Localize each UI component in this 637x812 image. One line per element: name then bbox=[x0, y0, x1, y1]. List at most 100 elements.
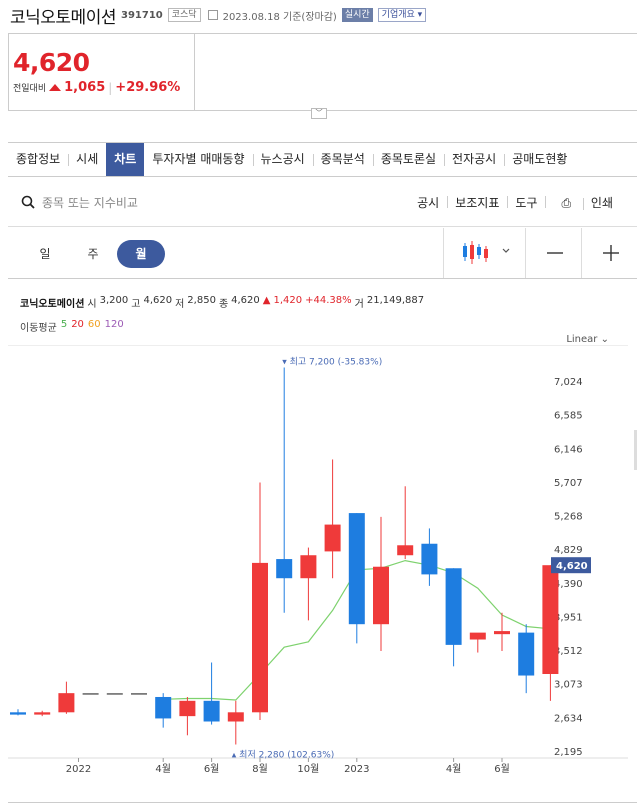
candle-up bbox=[397, 545, 414, 556]
candle-down bbox=[445, 568, 462, 645]
tab-investor-trading[interactable]: 투자자별 매매동향 bbox=[144, 143, 252, 176]
candle-up bbox=[300, 555, 317, 579]
zoom-out-button[interactable] bbox=[525, 228, 581, 278]
chevron-down-icon bbox=[502, 248, 510, 253]
tab-price[interactable]: 시세 bbox=[68, 143, 106, 176]
disclosure-button[interactable]: 공시 bbox=[409, 194, 447, 211]
ma-60[interactable]: 60 bbox=[88, 319, 101, 334]
company-overview-label: 기업개요 bbox=[381, 10, 415, 20]
candle-up bbox=[494, 631, 510, 635]
close-label: 종 bbox=[218, 299, 229, 310]
plus-icon bbox=[603, 245, 619, 261]
candle-down bbox=[155, 696, 172, 719]
stock-header: 코닉오토메이션 391710 코스닥 2023.08.18 기준(장마감) 실시… bbox=[0, 0, 637, 30]
minus-icon bbox=[547, 252, 563, 254]
tab-overview[interactable]: 종합정보 bbox=[8, 143, 68, 176]
tab-discussion[interactable]: 종목토론실 bbox=[372, 143, 444, 176]
zoom-in-button[interactable] bbox=[581, 228, 637, 278]
candle-up bbox=[324, 524, 341, 552]
chart-type-selector[interactable] bbox=[443, 228, 525, 278]
period-month[interactable]: 월 bbox=[117, 240, 165, 268]
ma-120[interactable]: 120 bbox=[105, 319, 124, 334]
realtime-button[interactable]: 실시간 bbox=[341, 8, 373, 22]
x-tick-label: 10월 bbox=[297, 763, 319, 775]
period-week[interactable]: 주 bbox=[69, 240, 117, 268]
y-tick-label: 3,073 bbox=[554, 680, 583, 691]
change-amount: 1,065 bbox=[64, 80, 106, 95]
candle-down bbox=[348, 513, 365, 625]
low-label: 저 bbox=[175, 299, 185, 310]
x-tick-label: 4월 bbox=[155, 763, 171, 775]
market-badge: 코스닥 bbox=[167, 8, 201, 22]
x-tick-label: 2023 bbox=[344, 764, 369, 775]
base-date: 2023.08.18 기준(장마감) bbox=[222, 11, 337, 23]
price-box: 4,620 전일대비 1,065 | +29.96% bbox=[8, 33, 637, 111]
candle-down bbox=[421, 543, 438, 575]
candle-up bbox=[542, 565, 559, 674]
close-value: 4,620 bbox=[231, 295, 260, 306]
high-annotation: ▾ 최고 7,200 (-35.83%) bbox=[282, 357, 382, 368]
drawing-tools-button[interactable]: 도구 bbox=[507, 194, 545, 211]
candlestick-chart[interactable]: 2,1952,6343,0733,5123,9514,3904,8295,268… bbox=[0, 345, 637, 783]
open-label: 시 bbox=[87, 299, 97, 310]
y-tick-label: 5,268 bbox=[554, 512, 583, 523]
y-tick-label: 4,829 bbox=[554, 545, 583, 556]
chevron-down-icon: ⌄ bbox=[600, 334, 609, 345]
price-change: 전일대비 1,065 | +29.96% bbox=[13, 80, 180, 95]
y-tick-label: 2,634 bbox=[554, 713, 583, 724]
candle-down bbox=[10, 712, 26, 715]
x-tick-label: 2022 bbox=[66, 764, 91, 775]
x-tick-label: 6월 bbox=[494, 763, 510, 775]
moving-average-legend: 이동평균 5 20 60 120 bbox=[20, 319, 124, 334]
chart-tools: 공시 보조지표 도구 ⎙ 인쇄 bbox=[409, 194, 629, 211]
y-tick-label: 6,585 bbox=[554, 411, 583, 422]
compare-search-input[interactable]: 종목 또는 지수비교 bbox=[42, 194, 138, 211]
info-up-icon: ▲ bbox=[262, 295, 271, 306]
period-selector: 일 주 월 bbox=[8, 228, 637, 279]
info-stock-name: 코닉오토메이션 bbox=[20, 299, 85, 310]
page: 코닉오토메이션 391710 코스닥 2023.08.18 기준(장마감) 실시… bbox=[0, 0, 637, 812]
chart-search-bar: 종목 또는 지수비교 공시 보조지표 도구 ⎙ 인쇄 bbox=[8, 178, 637, 227]
current-price: 4,620 bbox=[13, 48, 90, 77]
x-tick-label: 8월 bbox=[252, 763, 268, 775]
scale-label: Linear bbox=[566, 334, 598, 345]
candle-up bbox=[58, 693, 75, 713]
y-tick-label: 6,146 bbox=[554, 444, 583, 455]
candle-up bbox=[34, 712, 51, 715]
candle-up bbox=[227, 712, 244, 722]
ma-5[interactable]: 5 bbox=[61, 319, 67, 334]
bottom-divider bbox=[8, 802, 637, 803]
candlestick-icon bbox=[463, 241, 510, 264]
info-change-pct: +44.38% bbox=[305, 295, 352, 306]
tab-news[interactable]: 뉴스공시 bbox=[252, 143, 313, 176]
tab-disclosure[interactable]: 전자공시 bbox=[444, 143, 504, 176]
candle-up bbox=[252, 562, 268, 713]
candle-down bbox=[518, 632, 535, 676]
tab-chart[interactable]: 차트 bbox=[106, 143, 145, 176]
tab-bar: 종합정보 시세 차트 투자자별 매매동향 뉴스공시 종목분석 종목토론실 전자공… bbox=[8, 142, 637, 177]
period-day[interactable]: 일 bbox=[21, 240, 69, 268]
volume-label: 거 bbox=[354, 299, 364, 310]
chart-controls bbox=[443, 228, 637, 278]
x-tick-label: 4월 bbox=[446, 763, 462, 775]
calendar-icon bbox=[207, 10, 218, 20]
tab-short-selling[interactable]: 공매도현황 bbox=[504, 143, 575, 176]
collapse-toggle-chevron-icon[interactable]: ﹀ bbox=[311, 108, 327, 119]
scale-selector[interactable]: Linear ⌄ bbox=[566, 334, 609, 345]
ma-20[interactable]: 20 bbox=[71, 319, 84, 334]
candle-up bbox=[469, 632, 486, 640]
info-change: 1,420 bbox=[273, 295, 303, 306]
indicators-button[interactable]: 보조지표 bbox=[447, 194, 507, 211]
company-overview-dropdown[interactable]: 기업개요 ▾ bbox=[377, 8, 427, 22]
open-value: 3,200 bbox=[99, 295, 129, 306]
candle-down bbox=[276, 559, 293, 579]
price-summary: 4,620 전일대비 1,065 | +29.96% bbox=[9, 34, 195, 110]
printer-icon: ⎙ bbox=[561, 196, 572, 210]
print-button[interactable]: ⎙ 인쇄 bbox=[545, 194, 629, 211]
low-annotation: ▴ 최저 2,280 (102.63%) bbox=[232, 749, 334, 760]
volume-value: 21,149,887 bbox=[366, 295, 425, 306]
tab-analysis[interactable]: 종목분석 bbox=[312, 143, 373, 176]
search-icon[interactable] bbox=[21, 195, 35, 209]
y-tick-label: 7,024 bbox=[554, 377, 583, 388]
change-label: 전일대비 bbox=[13, 84, 47, 94]
